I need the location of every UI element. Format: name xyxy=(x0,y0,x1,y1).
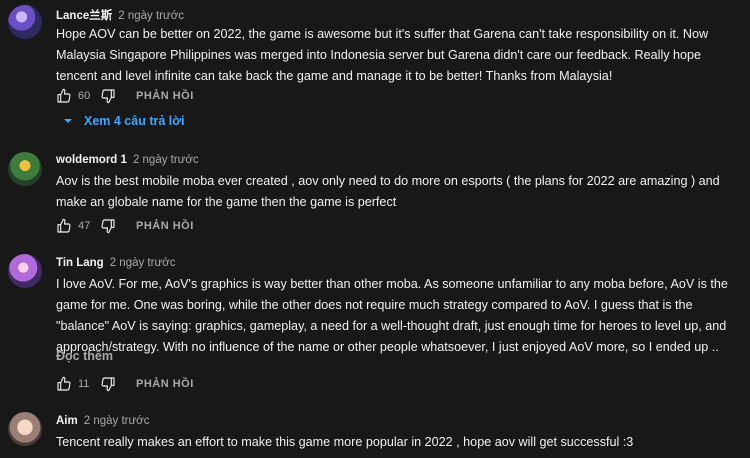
thumbs-up-icon[interactable] xyxy=(56,218,72,234)
thumbs-down-icon[interactable] xyxy=(100,218,116,234)
comment-header: Aim 2 ngày trước xyxy=(56,415,149,427)
author-name[interactable]: woldemord 1 xyxy=(56,154,127,166)
like-count: 47 xyxy=(78,220,91,232)
comment-actions: 60 PHẢN HỒI xyxy=(56,86,194,106)
thumbs-up-icon[interactable] xyxy=(56,376,72,392)
comment-actions: 47 PHẢN HỒI xyxy=(56,216,194,236)
avatar[interactable] xyxy=(8,152,42,186)
view-replies-button[interactable]: Xem 4 câu trả lời xyxy=(56,114,185,128)
author-name[interactable]: Lance兰斯 xyxy=(56,10,112,22)
avatar[interactable] xyxy=(8,412,42,446)
timestamp[interactable]: 2 ngày trước xyxy=(84,415,150,427)
reply-button[interactable]: PHẢN HỒI xyxy=(136,90,194,102)
like-count: 60 xyxy=(78,90,91,102)
comment-actions: 11 PHẢN HỒI xyxy=(56,374,194,394)
comment-text: Tencent really makes an effort to make t… xyxy=(56,435,634,449)
comment-header: woldemord 1 2 ngày trước xyxy=(56,154,199,166)
author-name[interactable]: Tin Lang xyxy=(56,257,104,269)
comment-text: I love AoV. For me, AoV's graphics is wa… xyxy=(56,277,728,354)
author-name[interactable]: Aim xyxy=(56,415,78,427)
like-count: 11 xyxy=(78,378,90,390)
timestamp[interactable]: 2 ngày trước xyxy=(118,10,184,22)
chevron-down-icon xyxy=(64,119,72,123)
comment-text: Aov is the best mobile moba ever created… xyxy=(56,174,720,209)
timestamp[interactable]: 2 ngày trước xyxy=(110,257,176,269)
read-more-button[interactable]: Đọc thêm xyxy=(56,349,113,363)
reply-button[interactable]: PHẢN HỒI xyxy=(136,220,194,232)
timestamp[interactable]: 2 ngày trước xyxy=(133,154,199,166)
comment-text: Hope AOV can be better on 2022, the game… xyxy=(56,27,709,83)
thumbs-down-icon[interactable] xyxy=(100,376,116,392)
thumbs-down-icon[interactable] xyxy=(100,88,116,104)
comment-header: Tin Lang 2 ngày trước xyxy=(56,257,175,269)
reply-button[interactable]: PHẢN HỒI xyxy=(136,378,194,390)
avatar[interactable] xyxy=(8,5,42,39)
view-replies-label: Xem 4 câu trả lời xyxy=(84,114,185,128)
thumbs-up-icon[interactable] xyxy=(56,88,72,104)
comment-header: Lance兰斯 2 ngày trước xyxy=(56,7,184,23)
avatar[interactable] xyxy=(8,254,42,288)
